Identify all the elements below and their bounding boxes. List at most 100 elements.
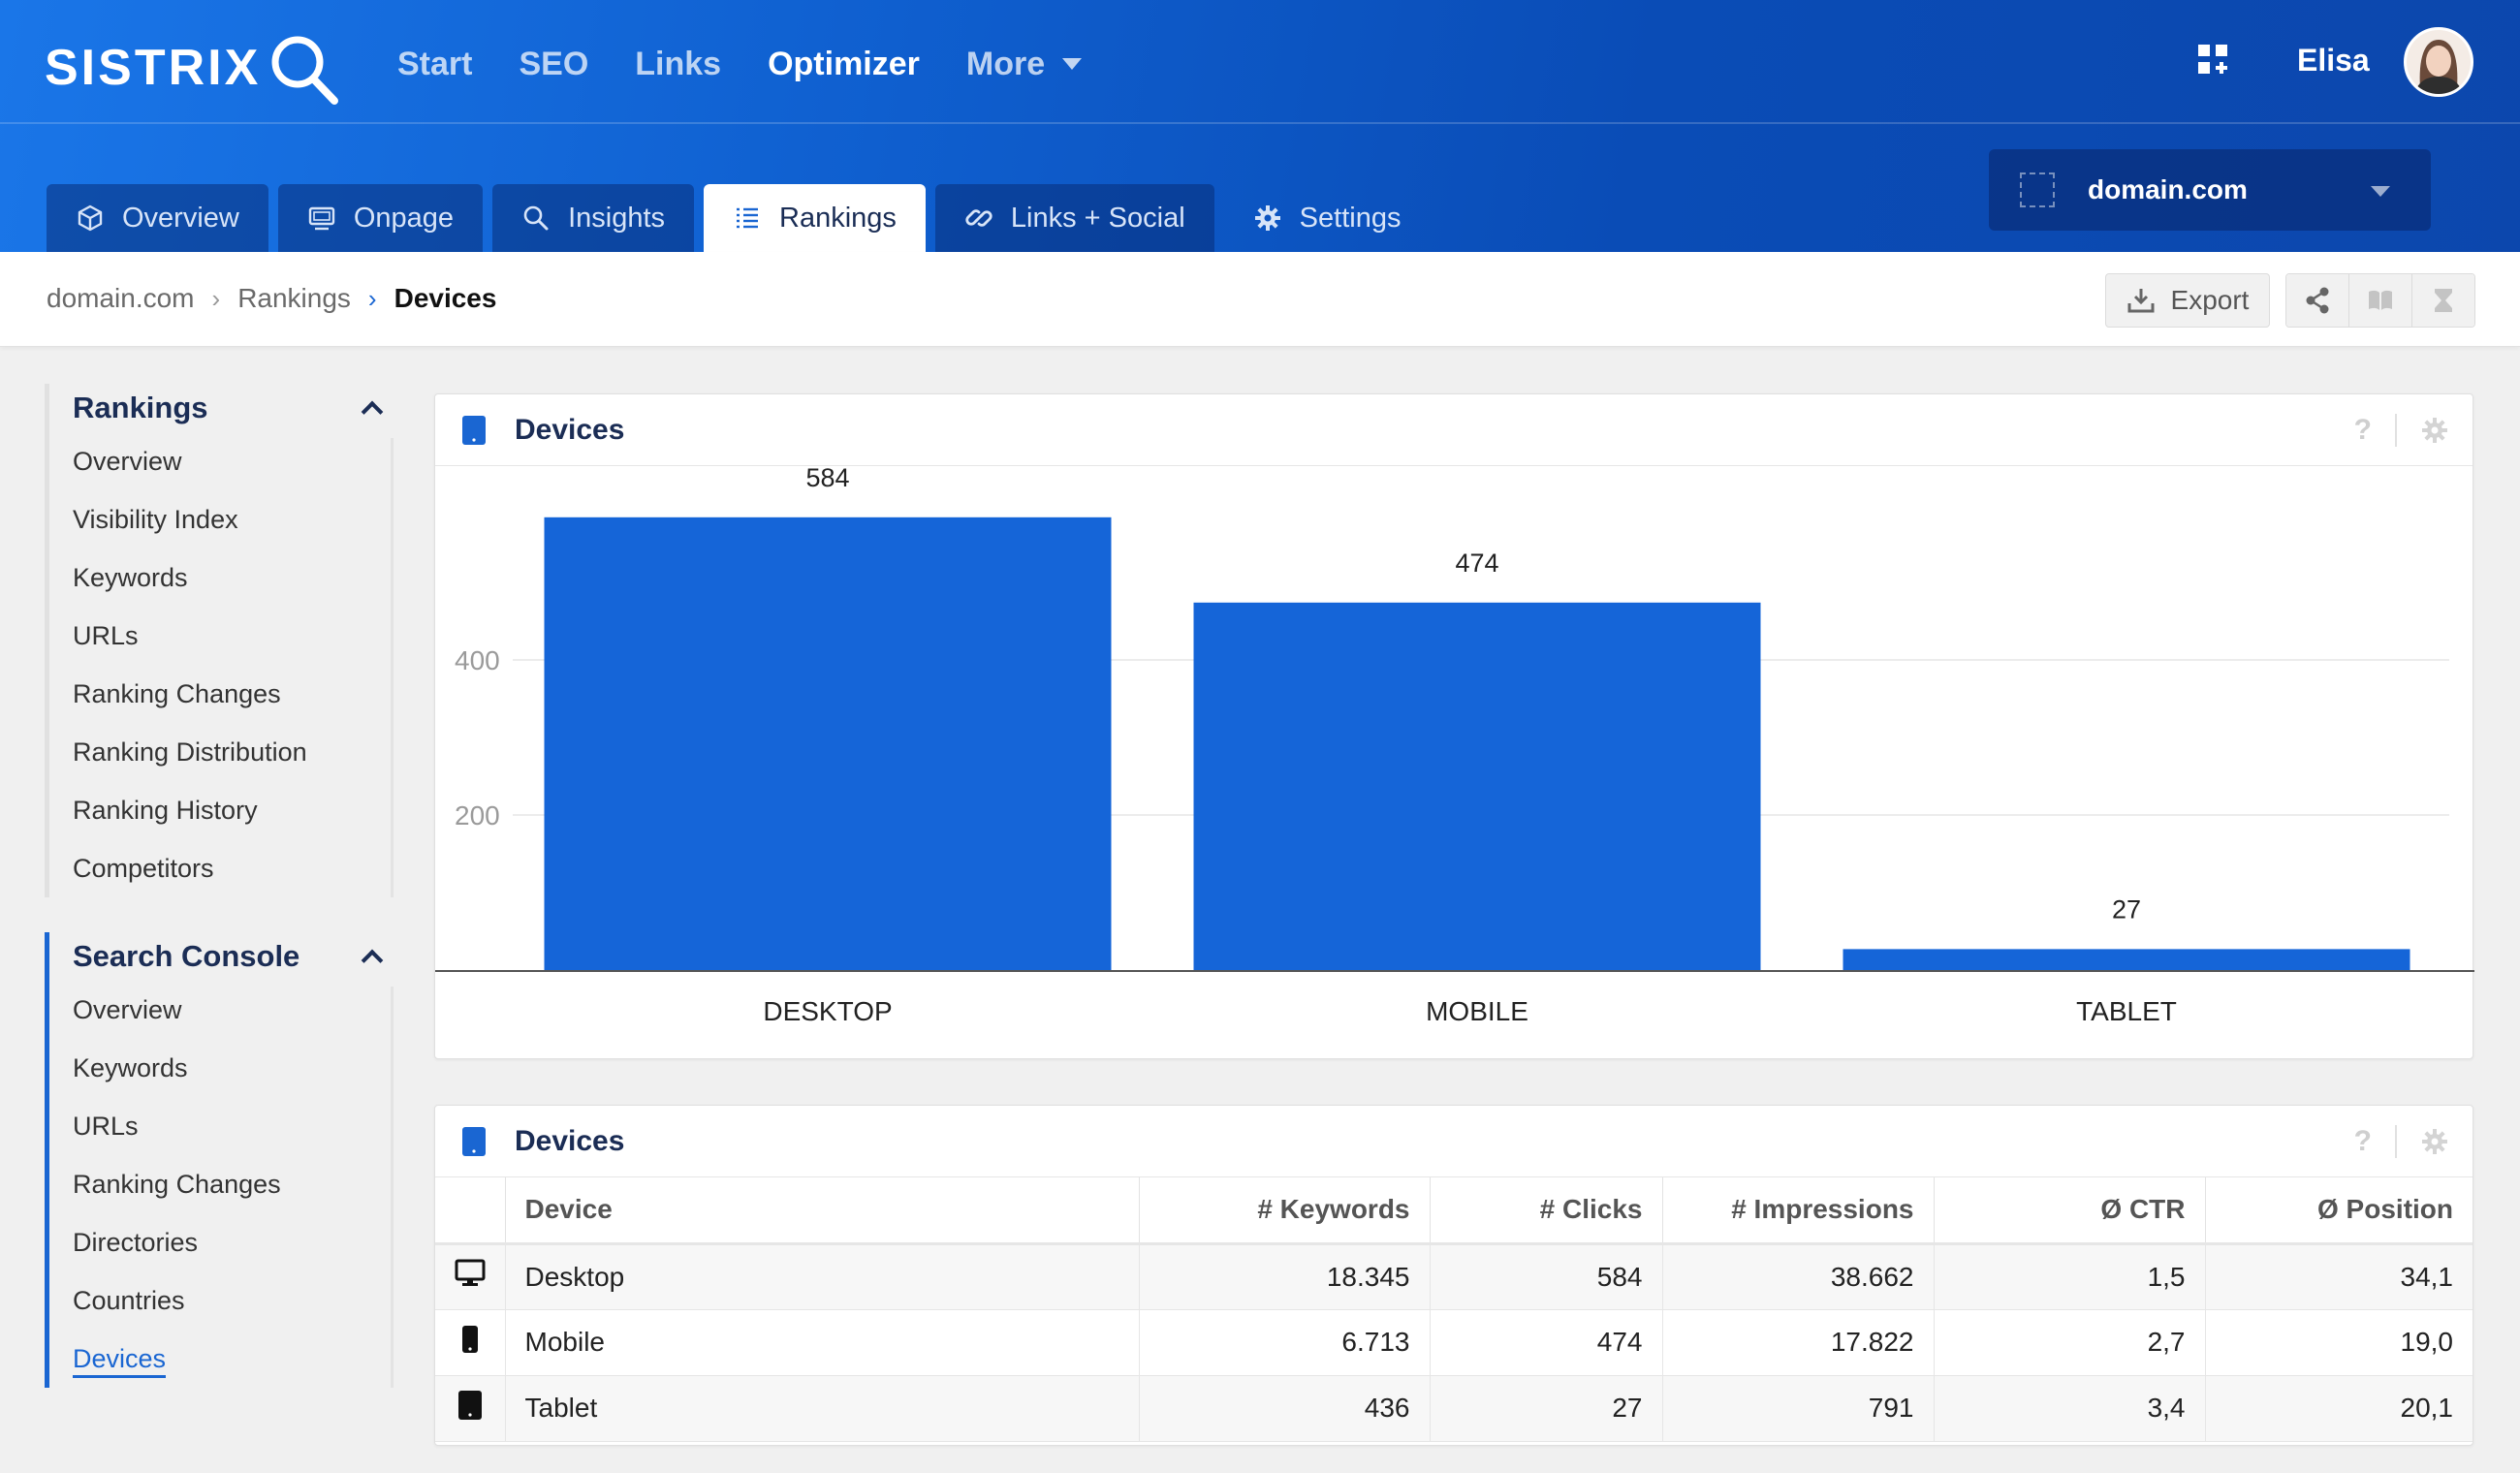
gear-icon — [1254, 205, 1280, 231]
cell-position: 19,0 — [2205, 1309, 2473, 1376]
cell-position: 20,1 — [2205, 1375, 2473, 1442]
cell-impressions: 791 — [1662, 1375, 1935, 1442]
logo-text: SISTRIX — [45, 40, 262, 96]
sidebar-item-ranking-changes[interactable]: Ranking Changes — [73, 665, 394, 723]
cell-position: 34,1 — [2205, 1243, 2473, 1310]
gear-icon[interactable] — [2420, 416, 2449, 445]
cell-clicks: 27 — [1430, 1375, 1663, 1442]
tab-onpage[interactable]: Onpage — [277, 184, 484, 252]
page-actions — [2285, 273, 2475, 328]
export-button[interactable]: Export — [2105, 273, 2270, 328]
sistrix-logo[interactable]: SISTRIX — [45, 29, 344, 107]
x-tick-label: DESKTOP — [763, 996, 892, 1026]
x-tick-label: TABLET — [2076, 996, 2177, 1026]
sidebar-item-urls[interactable]: URLs — [73, 607, 394, 665]
cell-impressions: 38.662 — [1662, 1243, 1935, 1310]
app-header: SISTRIX Start SEO Links Optimizer More E… — [0, 0, 2520, 252]
sidebar-item-keywords[interactable]: Keywords — [73, 548, 394, 607]
card-tools: ? — [2354, 414, 2449, 447]
column-header-clicks[interactable]: # Clicks — [1430, 1177, 1663, 1245]
nav-seo[interactable]: SEO — [519, 39, 588, 89]
devices-table: Device # Keywords # Clicks # Impressions… — [435, 1177, 2473, 1442]
column-header-ctr[interactable]: Ø CTR — [1934, 1177, 2206, 1245]
column-header-position[interactable]: Ø Position — [2205, 1177, 2473, 1245]
tablet-icon — [462, 415, 486, 445]
tab-links-social[interactable]: Links + Social — [934, 184, 1214, 252]
bar-chart: 200 400 584 DESKTOP 474 MOBILE 27 TABLET — [435, 466, 2474, 1059]
column-header-impressions[interactable]: # Impressions — [1662, 1177, 1935, 1245]
share-button[interactable] — [2286, 274, 2349, 327]
sidebar-section-rankings: Rankings Overview Visibility Index Keywo… — [45, 384, 394, 897]
sidebar-item-overview[interactable]: Overview — [73, 432, 394, 490]
divider — [2395, 1125, 2397, 1158]
card-header: Devices ? — [435, 394, 2473, 466]
chevron-down-icon — [2371, 186, 2390, 197]
list-icon — [737, 207, 759, 229]
tab-overview[interactable]: Overview — [47, 184, 268, 252]
help-icon[interactable]: ? — [2354, 1125, 2372, 1158]
nav-links[interactable]: Links — [635, 39, 721, 89]
tablet-icon — [462, 1126, 486, 1156]
apps-grid-icon[interactable] — [2196, 43, 2229, 76]
tab-overview-label: Overview — [122, 202, 239, 234]
sidebar-item-devices[interactable]: Devices — [73, 1330, 394, 1388]
domain-selector[interactable]: domain.com — [1989, 149, 2431, 231]
data-label: 474 — [1455, 548, 1498, 578]
sidebar-section-header[interactable]: Search Console — [73, 932, 394, 981]
data-label: 27 — [2112, 894, 2141, 924]
sidebar-item-directories[interactable]: Directories — [73, 1213, 394, 1271]
gear-icon[interactable] — [2420, 1127, 2449, 1156]
cell-keywords: 436 — [1139, 1375, 1431, 1442]
sidebar-section-header[interactable]: Rankings — [73, 384, 394, 432]
sidebar-item-visibility-index[interactable]: Visibility Index — [73, 490, 394, 548]
user-name[interactable]: Elisa — [2297, 39, 2370, 81]
tab-rankings[interactable]: Rankings — [704, 184, 926, 252]
devices-chart-card: Devices ? 200 400 584 DESKTOP 474 MOBILE 27 TAB… — [434, 393, 2474, 1059]
sidebar-item-competitors[interactable]: Competitors — [73, 839, 394, 897]
sidebar-item-keywords[interactable]: Keywords — [73, 1039, 394, 1097]
tab-links-social-label: Links + Social — [1010, 202, 1185, 234]
sidebar: Rankings Overview Visibility Index Keywo… — [45, 384, 394, 1423]
breadcrumb-bar: domain.com › Rankings › Devices Export — [0, 252, 2520, 347]
download-icon — [2127, 289, 2155, 313]
y-tick-label: 200 — [455, 800, 500, 831]
book-icon — [2369, 290, 2392, 310]
sidebar-item-ranking-history[interactable]: Ranking History — [73, 781, 394, 839]
card-title: Devices — [515, 413, 625, 446]
module-tabs: Overview Onpage Insights Rankings Links … — [47, 184, 1430, 252]
nav-more[interactable]: More — [966, 39, 1083, 89]
desktop-icon — [435, 1243, 506, 1310]
sidebar-divider — [391, 987, 394, 1388]
sidebar-item-urls[interactable]: URLs — [73, 1097, 394, 1155]
column-header-keywords[interactable]: # Keywords — [1139, 1177, 1431, 1245]
card-header: Devices ? — [435, 1106, 2473, 1177]
cell-keywords: 18.345 — [1139, 1243, 1431, 1310]
sidebar-item-devices-label: Devices — [73, 1344, 167, 1378]
breadcrumb-item-rankings[interactable]: Rankings — [237, 279, 351, 318]
monitor-icon — [308, 206, 335, 231]
sidebar-section-title: Rankings — [73, 391, 208, 424]
user-avatar[interactable] — [2404, 27, 2473, 97]
notes-button[interactable] — [2349, 274, 2412, 327]
nav-start[interactable]: Start — [397, 39, 472, 89]
bar — [1843, 949, 2410, 970]
sidebar-divider — [391, 438, 394, 897]
tab-insights[interactable]: Insights — [492, 184, 695, 252]
tab-settings[interactable]: Settings — [1224, 184, 1431, 252]
help-icon[interactable]: ? — [2354, 414, 2372, 447]
cube-icon — [78, 204, 103, 232]
sidebar-item-overview[interactable]: Overview — [73, 981, 394, 1039]
breadcrumb-item-domain[interactable]: domain.com — [47, 279, 195, 318]
cell-clicks: 474 — [1430, 1309, 1663, 1376]
sidebar-item-countries[interactable]: Countries — [73, 1271, 394, 1330]
cell-clicks: 584 — [1430, 1243, 1663, 1310]
column-header-device[interactable]: Device — [505, 1177, 1140, 1245]
cell-device: Mobile — [505, 1309, 1140, 1376]
breadcrumb-item-current: Devices — [394, 283, 497, 313]
alert-button[interactable] — [2412, 274, 2474, 327]
nav-optimizer[interactable]: Optimizer — [768, 39, 920, 89]
column-header-icon — [435, 1177, 506, 1245]
sidebar-item-ranking-distribution[interactable]: Ranking Distribution — [73, 723, 394, 781]
sidebar-item-ranking-changes[interactable]: Ranking Changes — [73, 1155, 394, 1213]
chevron-right-icon: › — [367, 284, 377, 313]
